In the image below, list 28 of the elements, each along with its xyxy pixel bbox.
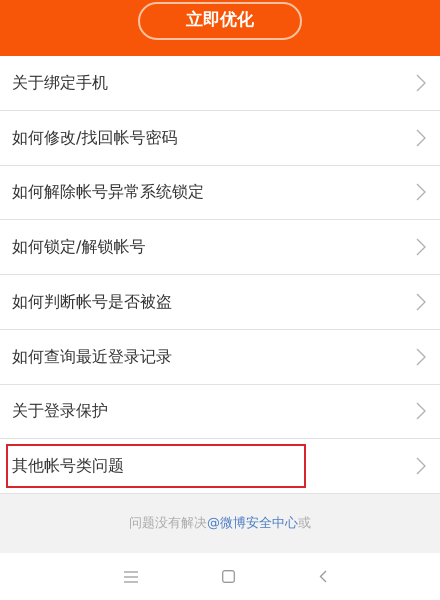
item-label: 关于登录保护 (12, 400, 108, 422)
chevron-right-icon (416, 128, 426, 147)
item-label: 如何查询最近登录记录 (12, 346, 172, 368)
item-label: 其他帐号类问题 (12, 455, 124, 478)
help-list-item[interactable]: 如何查询最近登录记录 (0, 330, 440, 384)
item-label: 如何锁定/解锁帐号 (12, 236, 146, 258)
chevron-right-icon (416, 292, 426, 311)
item-label: 如何解除帐号异常系统锁定 (12, 181, 204, 204)
chevron-right-icon (416, 457, 426, 476)
chevron-right-icon (416, 348, 426, 366)
help-list-item[interactable]: 关于绑定手机 (0, 56, 440, 111)
security-center-link[interactable]: @微博安全中心 (207, 516, 298, 531)
footer-text: 问题没有解决@微博安全中心或 (129, 514, 311, 533)
help-list-item[interactable]: 如何修改/找回帐号密码 (0, 110, 440, 166)
help-list-item[interactable]: 如何判断帐号是否被盗 (0, 275, 440, 330)
chevron-right-icon (416, 74, 426, 92)
item-label: 如何修改/找回帐号密码 (12, 126, 178, 149)
chevron-right-icon (416, 402, 426, 420)
help-list-item[interactable]: 如何解除帐号异常系统锁定 (0, 166, 440, 220)
chevron-right-icon (416, 183, 426, 202)
help-list-item[interactable]: 关于登录保护 (0, 384, 440, 440)
menu-icon[interactable] (124, 570, 138, 582)
home-icon[interactable] (222, 570, 234, 583)
help-list-item[interactable]: 如何锁定/解锁帐号 (0, 220, 440, 275)
chevron-right-icon (416, 238, 426, 256)
back-icon[interactable] (318, 570, 326, 583)
item-label: 如何判断帐号是否被盗 (12, 290, 172, 313)
item-label: 关于绑定手机 (12, 72, 108, 94)
